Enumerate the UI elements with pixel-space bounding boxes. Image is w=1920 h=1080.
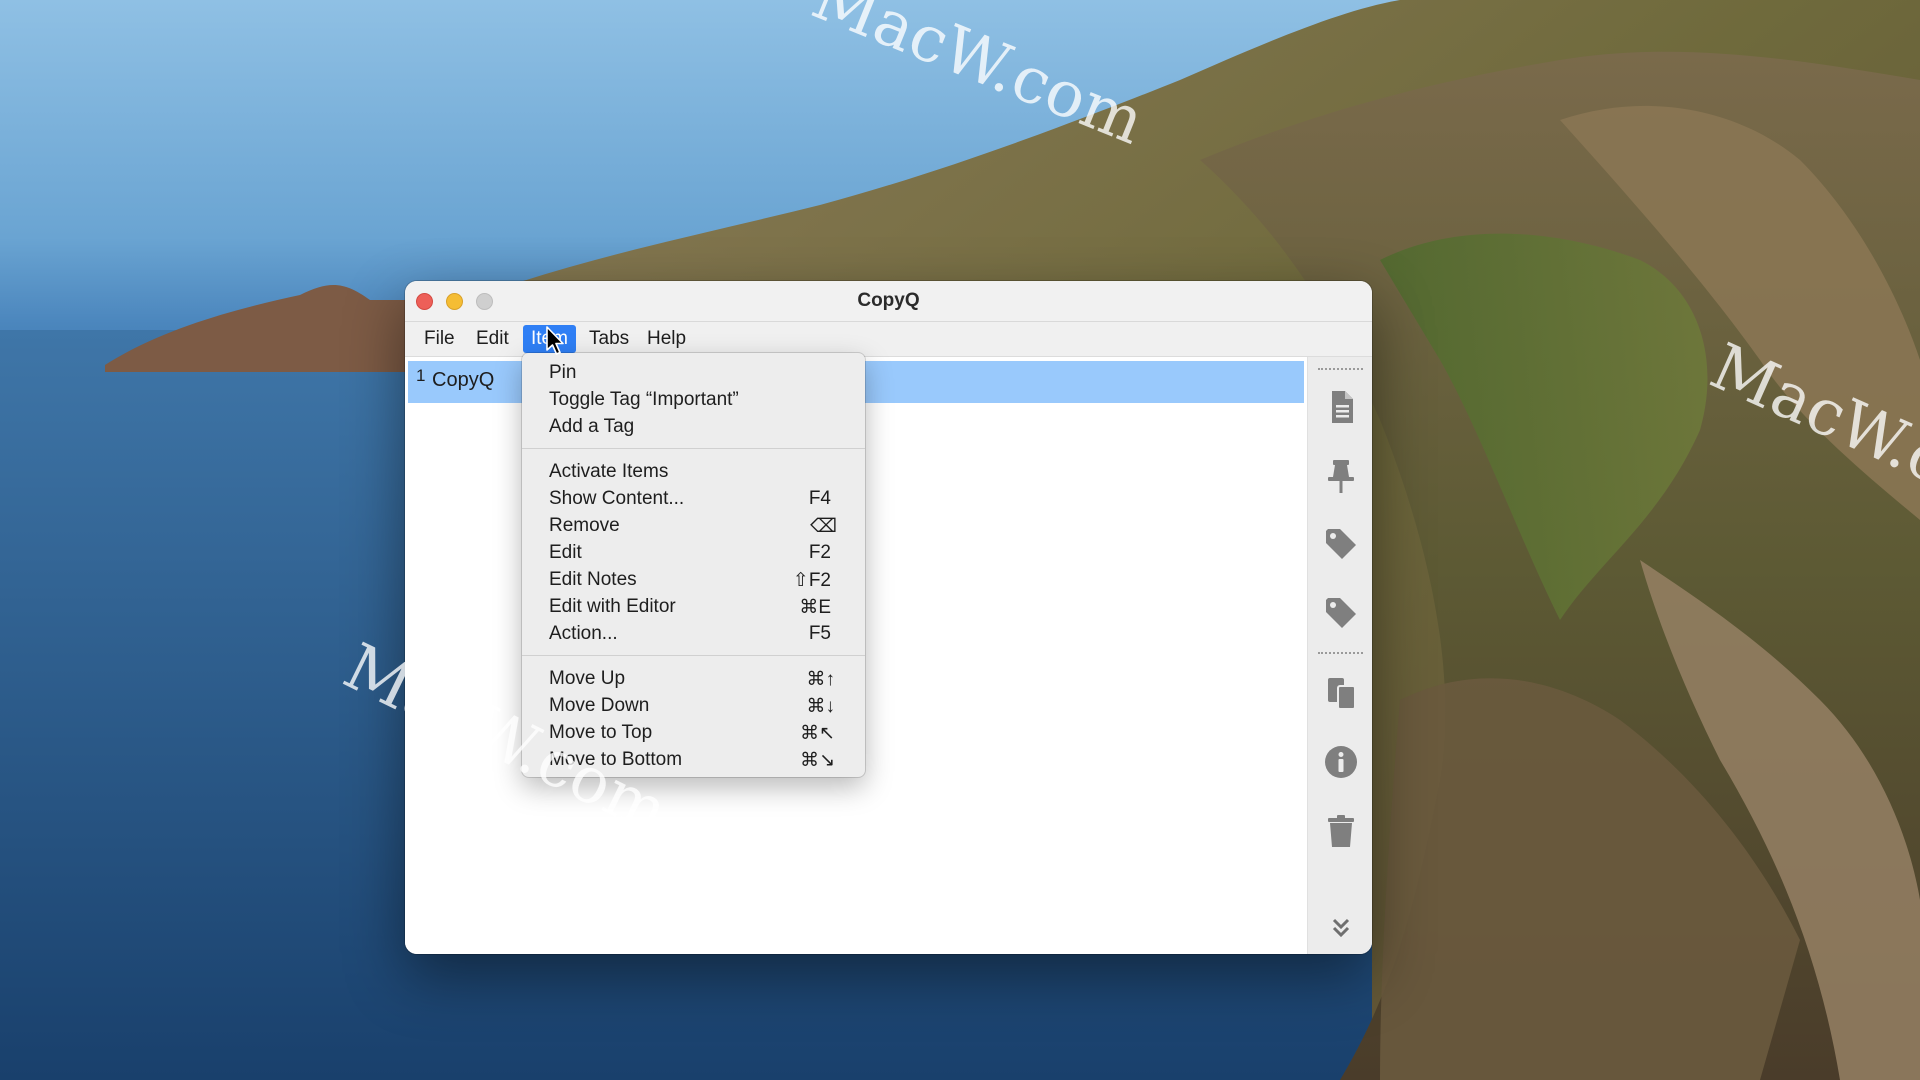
menu-item-toggle-tag-important[interactable]: Toggle Tag “Important”: [522, 386, 865, 413]
menu-item-label: Edit: [549, 542, 582, 563]
menu-item-label: Remove: [549, 515, 620, 536]
menu-item-edit-notes[interactable]: Edit Notes ⇧F2: [522, 566, 865, 593]
menu-item-label: Move Down: [549, 695, 650, 716]
menu-separator: [522, 448, 865, 449]
menu-item-activate-items[interactable]: Activate Items: [522, 458, 865, 485]
desktop: MacW.com MacW.com CopyQ File Edit Item T…: [0, 0, 1920, 1080]
toolbar-separator: [1318, 652, 1363, 654]
menu-item-remove[interactable]: Remove ⌫: [522, 512, 865, 539]
menu-item-move-up[interactable]: Move Up ⌘↑: [522, 665, 865, 692]
menu-item-label: Activate Items: [549, 461, 669, 482]
menu-item-move-to-bottom[interactable]: Move to Bottom ⌘↘: [522, 746, 865, 773]
menu-item-label: Show Content...: [549, 488, 685, 509]
menu-item-shortcut: ⌫: [810, 516, 837, 537]
menu-item-shortcut: F5: [808, 623, 831, 644]
window-title: CopyQ: [857, 290, 920, 311]
pin-icon[interactable]: [1322, 457, 1360, 495]
menu-item-label: Move to Top: [549, 722, 653, 743]
menu-item-label: Move Up: [549, 668, 626, 689]
tag-icon[interactable]: [1322, 525, 1360, 563]
trash-icon[interactable]: [1322, 812, 1360, 850]
menu-item-move-to-top[interactable]: Move to Top ⌘↖: [522, 719, 865, 746]
menu-item-label: Edit with Editor: [549, 596, 676, 617]
menu-item-shortcut: ⌘↑: [806, 669, 836, 690]
menu-help[interactable]: Help: [639, 325, 694, 353]
row-number: 1: [416, 366, 426, 385]
menu-item-label: Action...: [549, 623, 618, 644]
item-toolbar: [1307, 357, 1372, 954]
menu-item-shortcut: ⌘↓: [806, 696, 836, 717]
item-dropdown-menu: Pin Toggle Tag “Important” Add a Tag Act…: [522, 353, 865, 777]
menu-item-pin[interactable]: Pin: [522, 359, 865, 386]
paste-icon[interactable]: [1322, 674, 1360, 712]
menu-item-shortcut: ⇧F2: [792, 570, 831, 591]
menu-item-shortcut: F2: [808, 542, 831, 563]
menu-tabs[interactable]: Tabs: [581, 325, 637, 353]
menu-item-shortcut: ⌘E: [799, 597, 831, 618]
tag-icon[interactable]: [1322, 594, 1360, 632]
menu-item-add-tag[interactable]: Add a Tag: [522, 413, 865, 440]
chevron-double-down-icon[interactable]: [1322, 908, 1360, 946]
menu-item-shortcut: ⌘↘: [800, 750, 835, 771]
document-icon[interactable]: [1322, 388, 1360, 426]
menu-separator: [522, 655, 865, 656]
menu-item-label: Pin: [549, 362, 577, 383]
menu-item-move-down[interactable]: Move Down ⌘↓: [522, 692, 865, 719]
menu-file[interactable]: File: [416, 325, 463, 353]
row-text: CopyQ: [432, 369, 495, 391]
info-icon[interactable]: [1322, 743, 1360, 781]
menu-item-label: Move to Bottom: [549, 749, 683, 770]
menu-item-label: Edit Notes: [549, 569, 637, 590]
menu-item-shortcut: ⌘↖: [800, 723, 835, 744]
menu-item-label: Toggle Tag “Important”: [549, 389, 739, 410]
menu-edit[interactable]: Edit: [468, 325, 517, 353]
toolbar-handle[interactable]: [1318, 368, 1363, 370]
menu-item-shortcut: F4: [808, 488, 831, 509]
menu-item-label: Add a Tag: [549, 416, 635, 437]
mouse-cursor-icon: [546, 326, 564, 355]
menu-item-show-content[interactable]: Show Content... F4: [522, 485, 865, 512]
title-bar: CopyQ: [405, 281, 1372, 322]
menu-item-edit[interactable]: Edit F2: [522, 539, 865, 566]
menu-item-action[interactable]: Action... F5: [522, 620, 865, 647]
menu-item-edit-with-editor[interactable]: Edit with Editor ⌘E: [522, 593, 865, 620]
